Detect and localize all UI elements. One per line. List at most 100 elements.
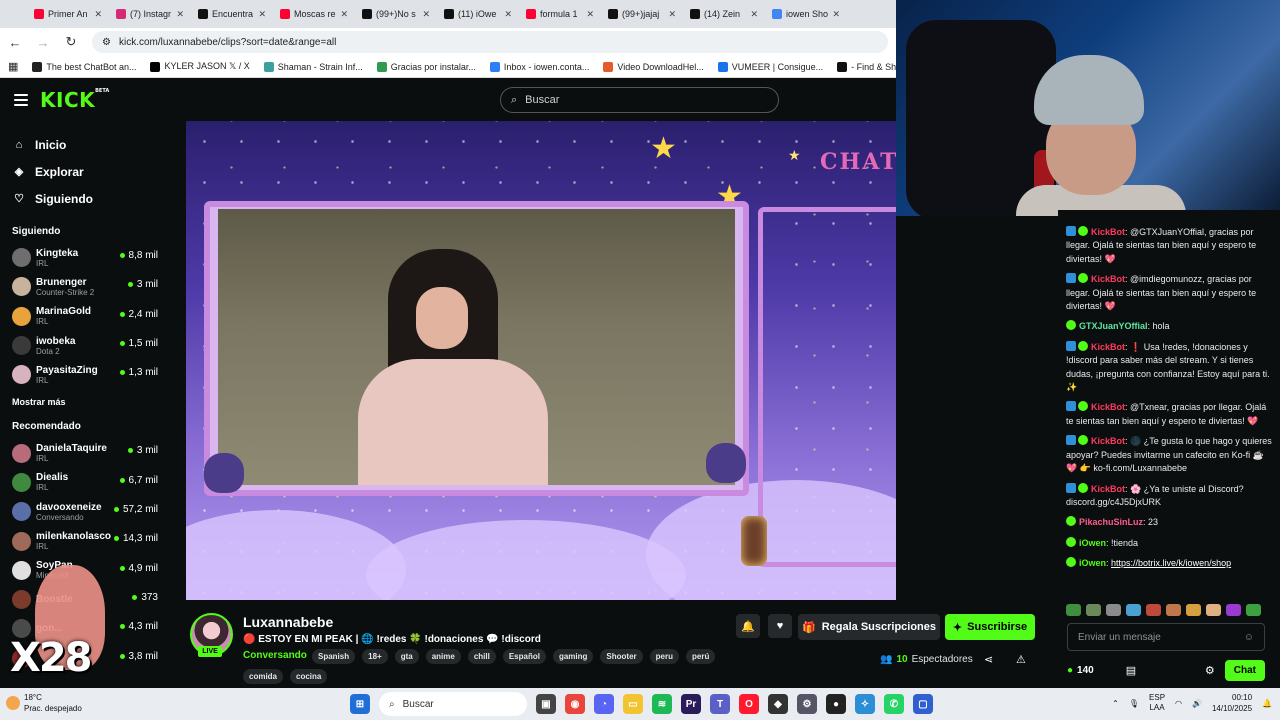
premiere-icon[interactable]: Pr [681,694,701,714]
report-warning-icon[interactable]: ⚠ [1016,653,1026,666]
tab-close-icon[interactable]: ✕ [258,9,266,20]
sidebar-channel-item[interactable]: Kingteka IRL 8,8 mil [0,243,172,272]
browser-tab[interactable]: iowen Sho ✕ [766,3,846,25]
sidebar-nav-inicio[interactable]: ⌂ Inicio [0,131,172,158]
stream-tag[interactable]: comida [243,669,284,684]
store-icon[interactable]: ▤ [1126,664,1136,677]
browser-tab[interactable]: Moscas re ✕ [274,3,354,25]
emoji-picker-icon[interactable]: ☺ [1244,632,1254,643]
sidebar-channel-item[interactable]: Diealis IRL 6,7 mil [0,468,172,497]
chrome-icon[interactable]: ◉ [565,694,585,714]
sidebar-channel-item[interactable]: Brunenger Counter-Strike 23 mil [0,272,172,301]
tab-close-icon[interactable]: ✕ [176,9,184,20]
sidebar-channel-item[interactable]: milenkanolasco IRL 14,3 mil [0,526,172,555]
chat-username[interactable]: KickBot [1091,402,1125,412]
bookmark-item[interactable]: Shaman - Strain Inf... [263,61,363,72]
forward-arrow-icon[interactable]: → [36,35,50,50]
chat-username[interactable]: KickBot [1091,274,1125,284]
sidebar-nav-explorar[interactable]: ◈ Explorar [0,158,172,185]
tab-close-icon[interactable]: ✕ [668,9,676,20]
stream-category[interactable]: Conversando [243,650,307,661]
stream-tag[interactable]: Spanish [312,649,356,664]
url-text[interactable]: kick.com/luxannabebe/clips?sort=date&ran… [119,37,336,48]
reload-icon[interactable]: ↻ [64,34,78,50]
site-info-icon[interactable]: ⚙ [102,37,111,48]
video-player[interactable]: CHAT ★ ★ ★ ★ ★ ★ [186,121,896,600]
stream-tag[interactable]: peru [649,649,679,664]
stream-tag[interactable]: 18+ [362,649,388,664]
chat-message-link[interactable]: https://botrix.live/k/iowen/shop [1111,558,1231,568]
bookmark-item[interactable]: Gracias por instalar... [376,61,476,72]
emote-icon[interactable] [1106,604,1121,616]
show-more-link[interactable]: Mostrar más [0,397,172,407]
address-bar[interactable]: ⚙ kick.com/luxannabebe/clips?sort=date&r… [92,31,888,53]
volume-icon[interactable]: 🔊 [1192,699,1202,708]
emote-icon[interactable] [1066,604,1081,616]
emote-icon[interactable] [1146,604,1161,616]
kick-logo[interactable]: KICKBETA [40,88,109,112]
chat-username[interactable]: KickBot [1091,484,1125,494]
tab-close-icon[interactable]: ✕ [586,9,594,20]
emote-icon[interactable] [1086,604,1101,616]
tab-close-icon[interactable]: ✕ [340,9,348,20]
stream-tag[interactable]: gta [394,649,419,664]
tab-close-icon[interactable]: ✕ [832,9,840,20]
tab-close-icon[interactable]: ✕ [750,9,758,20]
wifi-icon[interactable]: ◠ [1175,699,1182,708]
follow-heart-button[interactable]: ♥ [768,614,792,638]
browser-tab[interactable]: (11) iOwe ✕ [438,3,518,25]
sidebar-channel-item[interactable]: MarinaGold IRL 2,4 mil [0,302,172,331]
chat-send-button[interactable]: Chat [1224,659,1265,681]
emote-icon[interactable] [1226,604,1241,616]
spotify-icon[interactable]: ≋ [652,694,672,714]
notification-bell-button[interactable]: 🔔 [736,614,760,638]
settings-icon[interactable]: ⚙ [797,694,817,714]
chat-username[interactable]: iOwen [1079,538,1106,548]
tab-close-icon[interactable]: ✕ [422,9,430,20]
chat-username[interactable]: KickBot [1091,227,1125,237]
browser-tab[interactable]: (14) Zein ✕ [684,3,764,25]
bookmark-item[interactable]: KYLER JASON 𝕏 / X [150,61,250,72]
subscribe-button[interactable]: ✦ Suscribirse [945,614,1035,640]
bookmark-item[interactable]: Inbox - iowen.conta... [489,61,589,72]
task-view-icon[interactable]: ▣ [536,694,556,714]
browser-tab[interactable]: Encuentra ✕ [192,3,272,25]
app-icon[interactable]: ◆ [768,694,788,714]
taskbar-search[interactable]: ⌕ Buscar [379,692,527,716]
browser-tab[interactable]: formula 1 ✕ [520,3,600,25]
chat-settings-gear-icon[interactable]: ⚙ [1205,664,1215,677]
obs-icon[interactable]: ● [826,694,846,714]
chat-username[interactable]: PikachuSinLuz [1079,517,1143,527]
gift-subs-button[interactable]: 🎁 Regala Suscripciones [798,614,940,640]
emote-icon[interactable] [1126,604,1141,616]
back-arrow-icon[interactable]: ← [8,35,22,50]
menu-hamburger-icon[interactable] [14,94,28,106]
chat-input[interactable]: Enviar un mensaje ☺ [1067,623,1265,651]
notification-bell-icon[interactable]: 🔔 [1262,699,1272,708]
browser-tab[interactable]: (99+)No s ✕ [356,3,436,25]
browser-tab[interactable]: Primer An ✕ [28,3,108,25]
share-icon[interactable]: ⋖ [984,653,993,666]
clock[interactable]: 00:10 14/10/2025 [1212,692,1252,714]
teams-icon[interactable]: T [710,694,730,714]
sidebar-channel-item[interactable]: PayasitaZing IRL 1,3 mil [0,360,172,389]
stream-tag[interactable]: anime [425,649,461,664]
browser-tab[interactable]: (99+)jajaj ✕ [602,3,682,25]
app-icon[interactable]: ✧ [855,694,875,714]
stream-tag[interactable]: Shooter [600,649,643,664]
stream-tag[interactable]: gaming [552,649,594,664]
app-icon[interactable]: ▢ [913,694,933,714]
stream-tag[interactable]: Español [502,649,546,664]
windows-start-icon[interactable]: ⊞ [350,694,370,714]
stream-tag[interactable]: chill [467,649,496,664]
tab-close-icon[interactable]: ✕ [504,9,512,20]
chat-username[interactable]: KickBot [1091,342,1125,352]
emote-icon[interactable] [1206,604,1221,616]
search-input[interactable]: ⌕ Buscar [500,87,779,113]
weather-widget[interactable]: 18°C Prac. despejado [6,692,82,714]
stream-tag[interactable]: cocina [290,669,328,684]
chat-username[interactable]: KickBot [1091,436,1125,446]
emote-icon[interactable] [1186,604,1201,616]
tray-chevron-up-icon[interactable]: ⌃ [1112,699,1119,708]
microphone-icon[interactable]: 🎙 [1129,699,1139,708]
